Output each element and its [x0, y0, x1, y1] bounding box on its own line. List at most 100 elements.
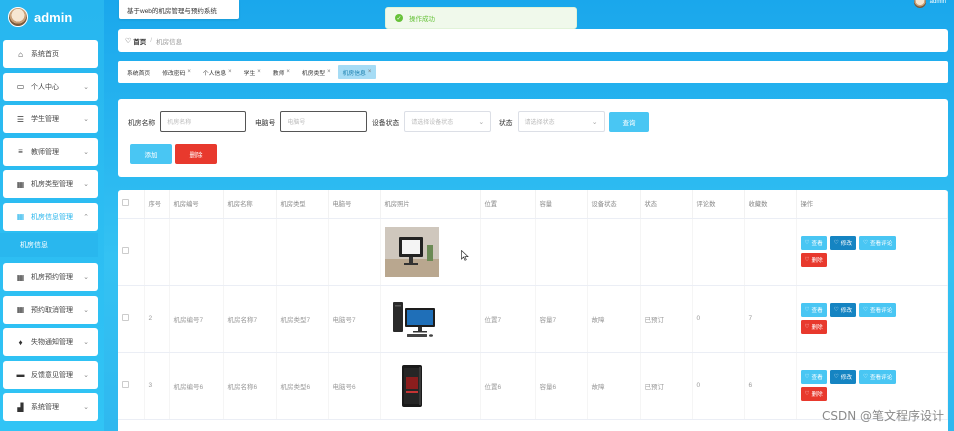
select-all-checkbox[interactable] [122, 199, 129, 207]
close-icon[interactable]: × [257, 69, 261, 75]
close-icon[interactable]: × [368, 69, 372, 75]
column-header: 机房类型 [276, 190, 329, 219]
select-all-cell[interactable] [118, 190, 145, 219]
sidebar-item-7[interactable]: ▦ 预约取消管理 ⌄ [3, 295, 98, 324]
cell-device: 故障 [587, 285, 641, 353]
row-checkbox[interactable] [122, 314, 129, 321]
row-checkbox[interactable] [122, 381, 129, 388]
tag-5[interactable]: 机房类型 × [297, 65, 336, 79]
sidebar-item-3[interactable]: ≡ 教师管理 ⌄ [3, 137, 98, 166]
view-button[interactable]: ♡ 查看 [800, 303, 827, 317]
cell-favorites: 7 [744, 285, 797, 353]
sidebar-menu: ⌂ 系统首页 ▭ 个人中心 ⌄ ☰ 学生管理 ⌄ ≡ 教师管理 ⌄ ▦ 机房类型管理 ⌄ ▦ 机房信息管理 ⌃ 机… [0, 40, 98, 426]
breadcrumb-current: 机房信息 [156, 38, 183, 46]
delete-button[interactable]: ♡ 删除 [800, 387, 827, 401]
close-icon[interactable]: × [228, 69, 232, 75]
heart-icon: ♡ [833, 307, 839, 313]
heart-icon: ♡ [804, 240, 810, 246]
heart-icon: ♡ [833, 374, 839, 380]
batch-delete-button[interactable]: 删除 [175, 144, 217, 164]
close-icon[interactable]: × [327, 69, 331, 75]
tag-3[interactable]: 学生 × [239, 65, 266, 79]
heart-icon: ♡ [833, 240, 839, 246]
grid-icon: ▦ [16, 212, 25, 221]
view-reviews-button[interactable]: ♡ 查看评论 [858, 370, 897, 384]
table-row: 2 机房编号7 机房名称7 机房类型7 电脑号7 位置7 容量7 故障 已预订 0 7 ♡ 查看 ♡ 修改 ♡… [118, 285, 948, 353]
sidebar-item-label: 教师管理 [31, 148, 59, 156]
sidebar-item-8[interactable]: ♦ 失物通知管理 ⌄ [3, 328, 98, 356]
query-button[interactable]: 查询 [609, 112, 649, 132]
sidebar-item-label: 系统首页 [31, 51, 59, 58]
cell-comments [692, 218, 745, 286]
sidebar-item-4[interactable]: ▦ 机房类型管理 ⌄ [3, 170, 98, 198]
row-select-cell[interactable] [118, 352, 145, 420]
row-select-cell[interactable] [118, 285, 145, 353]
sidebar-item-5[interactable]: ▦ 机房信息管理 ⌃ [3, 202, 98, 231]
brand: admin [0, 0, 104, 34]
top-user[interactable]: admin [913, 0, 946, 8]
close-icon[interactable]: × [286, 69, 290, 75]
sidebar-item-0[interactable]: ⌂ 系统首页 [3, 40, 98, 68]
breadcrumb-home[interactable]: 首页 [133, 36, 146, 46]
cell-location [480, 218, 536, 286]
column-header: 位置 [480, 190, 536, 219]
breadcrumb-separator: / [150, 37, 153, 44]
chevron-up-icon: ⌃ [83, 213, 89, 221]
tag-6[interactable]: 机房信息 × [337, 65, 377, 79]
column-header: 设备状态 [587, 190, 641, 219]
delete-button[interactable]: ♡ 删除 [800, 253, 827, 267]
add-button[interactable]: 添加 [130, 144, 172, 164]
heart-icon: ♡ [804, 391, 810, 397]
sidebar-item-10[interactable]: ▟ 系统管理 ⌄ [3, 393, 98, 421]
view-reviews-button[interactable]: ♡ 查看评论 [858, 236, 897, 250]
tag-label: 修改密码 [162, 70, 186, 77]
tags-view: 系统首页 修改密码 × 个人信息 × 学生 × 教师 × 机房类型 × 机房信息 × [118, 61, 948, 83]
status-select[interactable]: 请选择状态 ⌄ [517, 111, 605, 132]
user-avatar[interactable] [913, 0, 926, 8]
tag-label: 机房信息 [342, 70, 366, 77]
cell-name [223, 218, 277, 286]
row-checkbox[interactable] [122, 247, 129, 254]
edit-button[interactable]: ♡ 修改 [829, 303, 856, 317]
sidebar-item-6[interactable]: ▦ 机房预约管理 ⌄ [3, 263, 98, 291]
edit-button[interactable]: ♡ 修改 [829, 370, 856, 384]
view-button[interactable]: ♡ 查看 [800, 236, 827, 250]
device-select[interactable]: 请选择设备状态 ⌄ [404, 111, 492, 132]
delete-button[interactable]: ♡ 删除 [800, 320, 827, 334]
sidebar-item-1[interactable]: ▭ 个人中心 ⌄ [3, 72, 98, 101]
close-icon[interactable]: × [187, 69, 191, 75]
pc-input[interactable]: 电脑号 [280, 111, 368, 132]
view-button[interactable]: ♡ 查看 [800, 370, 827, 384]
heart-icon: ♡ [862, 374, 868, 380]
sidebar-item-9[interactable]: ▬ 反馈意见管理 ⌄ [3, 360, 98, 389]
submenu-item-room-info[interactable]: 机房信息 [0, 233, 98, 257]
cell-code [169, 218, 224, 286]
column-header: 机房名称 [223, 190, 277, 219]
brand-name: admin [34, 9, 73, 25]
cell-index: 2 [144, 285, 170, 353]
tag-4[interactable]: 教师 × [268, 65, 295, 79]
sidebar-item-label: 机房预约管理 [31, 274, 73, 281]
cell-favorites [744, 218, 797, 286]
cell-type: 机房类型7 [276, 285, 329, 353]
chevron-down-icon: ⌄ [83, 181, 89, 188]
column-header: 电脑号 [328, 190, 381, 219]
cell-name: 机房名称6 [223, 352, 277, 420]
tag-2[interactable]: 个人信息 × [198, 65, 237, 79]
heart-icon: ♡ [125, 37, 132, 45]
top-username[interactable]: admin [930, 0, 946, 5]
sidebar-item-2[interactable]: ☰ 学生管理 ⌄ [3, 105, 98, 133]
admin-avatar [8, 7, 28, 27]
name-input[interactable]: 机房名称 [160, 111, 247, 132]
edit-button[interactable]: ♡ 修改 [829, 236, 856, 250]
tag-1[interactable]: 修改密码 × [157, 65, 196, 79]
delete-label: 删除 [811, 258, 823, 264]
device-label: 设备状态 [372, 119, 400, 127]
tag-0[interactable]: 系统首页 [122, 65, 155, 79]
view-reviews-button[interactable]: ♡ 查看评论 [858, 303, 897, 317]
search-panel: 机房名称 机房名称 电脑号 电脑号 设备状态 请选择设备状态 ⌄ 状态 请选择状… [118, 99, 948, 177]
row-select-cell[interactable] [118, 218, 145, 286]
heart-icon: ♡ [862, 307, 868, 313]
sidebar-item-label: 系统管理 [31, 404, 59, 411]
cell-code: 机房编号6 [169, 352, 224, 420]
